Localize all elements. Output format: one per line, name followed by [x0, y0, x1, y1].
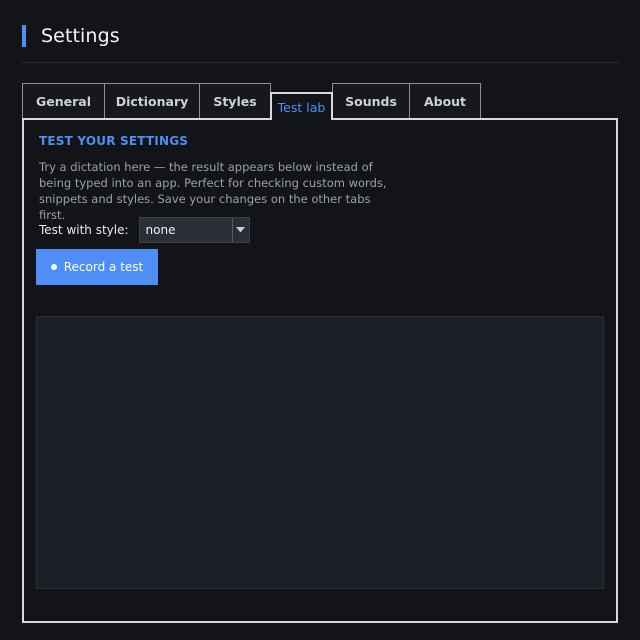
description-text: Try a dictation here — the result appear…	[39, 160, 387, 222]
style-select[interactable]: none	[138, 217, 250, 243]
style-row: Test with style: none	[39, 217, 250, 243]
record-test-button[interactable]: Record a test	[36, 249, 158, 285]
tab-sounds[interactable]: Sounds	[332, 83, 410, 118]
style-label: Test with style:	[39, 223, 129, 237]
settings-window: Settings General Dictionary Styles Test …	[0, 0, 640, 640]
header-divider	[22, 62, 619, 63]
tab-styles[interactable]: Styles	[199, 83, 271, 118]
tab-test-lab[interactable]: Test lab	[270, 92, 333, 120]
test-lab-panel: TEST YOUR SETTINGS Try a dictation here …	[22, 118, 618, 623]
chevron-down-icon[interactable]	[231, 218, 249, 242]
page-title: Settings	[41, 25, 120, 47]
result-output-area	[36, 316, 604, 589]
tab-general[interactable]: General	[22, 83, 105, 118]
header: Settings	[22, 24, 120, 48]
record-dot-icon	[50, 264, 57, 270]
tab-dictionary[interactable]: Dictionary	[104, 83, 200, 118]
record-button-label: Record a test	[63, 260, 144, 274]
style-select-value: none	[145, 223, 176, 237]
section-title: TEST YOUR SETTINGS	[39, 134, 189, 148]
accent-bar	[22, 25, 26, 47]
tab-about[interactable]: About	[409, 83, 481, 118]
